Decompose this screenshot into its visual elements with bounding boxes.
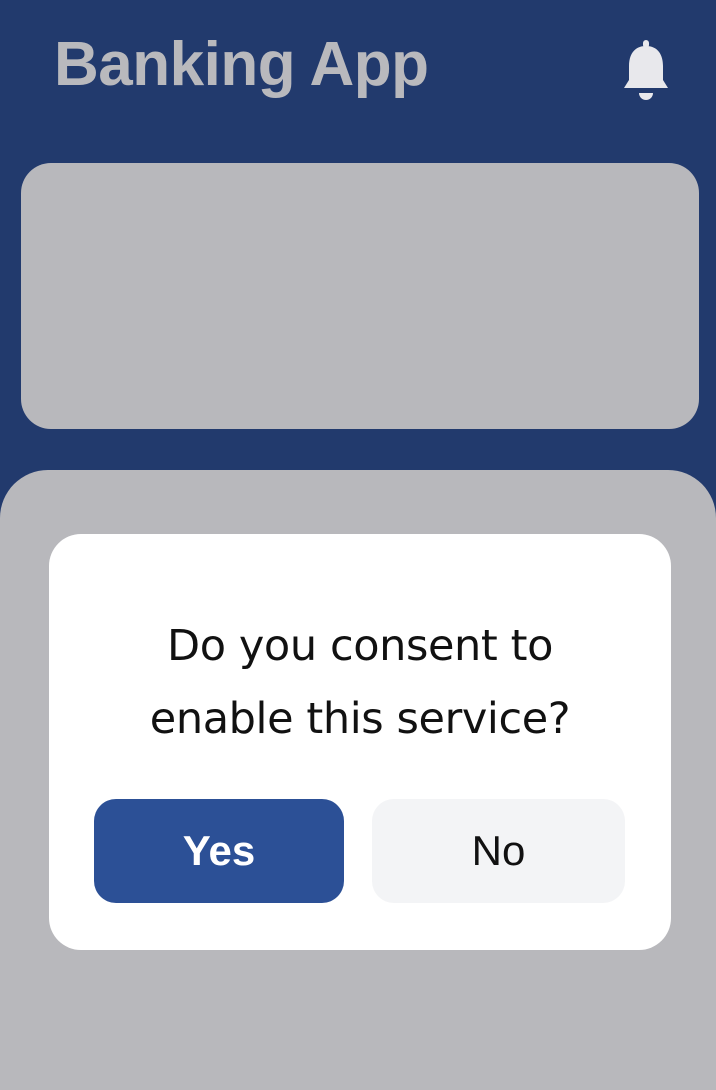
notifications-button[interactable]	[620, 40, 672, 106]
app-title: Banking App	[54, 30, 429, 99]
consent-message: Do you consent to enable this service?	[49, 610, 671, 756]
consent-message-line-1: Do you consent to	[167, 621, 553, 671]
bell-icon	[624, 40, 668, 100]
account-summary-card	[21, 163, 699, 429]
app-header: Banking App	[0, 0, 716, 150]
no-button[interactable]: No	[372, 799, 625, 903]
consent-dialog: Do you consent to enable this service? Y…	[49, 534, 671, 950]
consent-message-line-2: enable this service?	[149, 694, 571, 744]
yes-button[interactable]: Yes	[94, 799, 344, 903]
